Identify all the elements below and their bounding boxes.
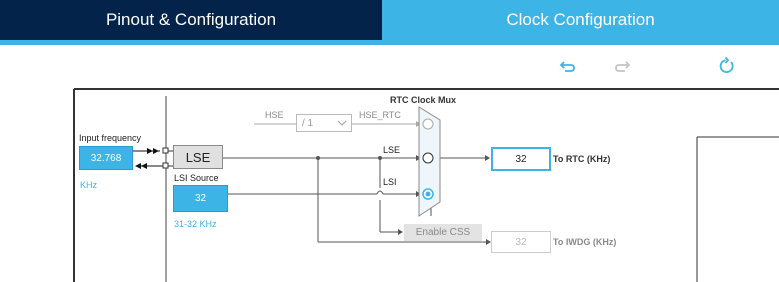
pin-osc-out — [162, 162, 169, 169]
mux-radio-hse[interactable] — [422, 118, 434, 130]
pin-osc-in — [162, 147, 169, 154]
mux-title: RTC Clock Mux — [390, 95, 457, 105]
hse-label: HSE — [265, 110, 284, 120]
iwdg-output-label: To IWDG (KHz) — [553, 237, 617, 247]
hse-rtc-divider-value: / 1 — [302, 117, 314, 129]
lsi-source-value: 32 — [173, 185, 228, 212]
enable-css-button[interactable]: Enable CSS — [404, 224, 482, 241]
lsi-source-range: 31-32 KHz — [174, 219, 217, 229]
iwdg-frequency-output: 32 — [491, 231, 551, 253]
mux-lse-label: LSE — [383, 145, 401, 155]
input-frequency-unit: KHz — [80, 180, 98, 190]
input-frequency-field[interactable]: 32.768 — [79, 146, 133, 170]
lsi-source-label: LSI Source — [174, 173, 219, 183]
rtc-frequency-output: 32 — [491, 147, 551, 171]
rtc-output-label: To RTC (KHz) — [553, 154, 611, 164]
input-arrow-left-1 — [135, 163, 141, 169]
hse-rtc-divider-select[interactable]: / 1 — [296, 114, 352, 132]
input-frequency-label: Input frequency — [79, 133, 142, 143]
mux-lsi-label: LSI — [383, 177, 397, 187]
mux-radio-lsi-dot — [425, 191, 431, 197]
chevron-down-icon — [337, 120, 347, 126]
hse-rtc-label: HSE_RTC — [359, 110, 401, 120]
mux-radio-lse[interactable] — [422, 152, 434, 164]
lse-oscillator[interactable]: LSE — [173, 145, 223, 169]
